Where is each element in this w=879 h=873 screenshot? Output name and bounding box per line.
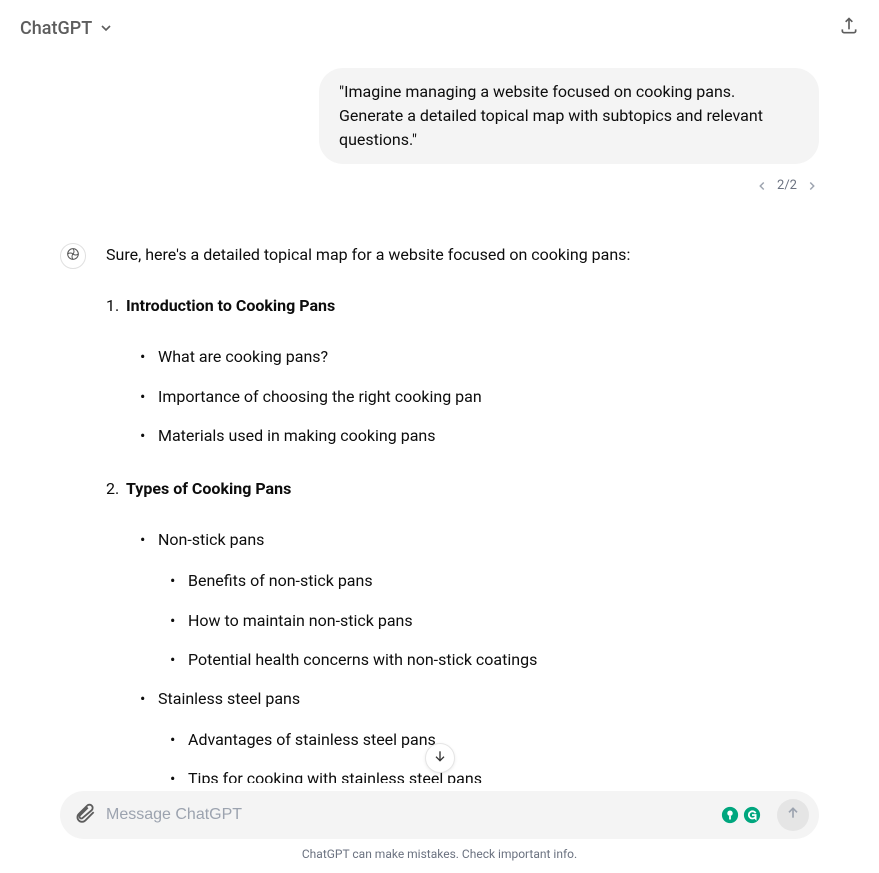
list-item: What are cooking pans? xyxy=(158,343,819,370)
share-button[interactable] xyxy=(839,16,859,40)
section-title: Introduction to Cooking Pans xyxy=(126,296,335,315)
scroll-to-bottom-button[interactable] xyxy=(425,743,455,773)
bullet-list: What are cooking pans? Importance of cho… xyxy=(126,343,819,449)
conversation-area: "Imagine managing a website focused on c… xyxy=(0,56,879,783)
list-item: Materials used in making cooking pans xyxy=(158,422,819,449)
extension-badge-1[interactable] xyxy=(721,806,739,824)
pagination-count: 2/2 xyxy=(777,178,797,193)
list-item: Advantages of stainless steel pans xyxy=(188,726,819,753)
attach-button[interactable] xyxy=(74,802,96,828)
app-title: ChatGPT xyxy=(20,18,92,39)
chatgpt-logo-icon xyxy=(65,246,81,266)
arrow-up-icon xyxy=(785,805,801,825)
section-item: Types of Cooking Pans Non-stick pans Ben… xyxy=(126,475,819,783)
assistant-intro: Sure, here's a detailed topical map for … xyxy=(106,241,819,268)
sub-list: Benefits of non-stick pans How to mainta… xyxy=(158,567,819,673)
message-input[interactable] xyxy=(106,806,711,824)
message-input-box xyxy=(60,791,819,839)
model-selector[interactable]: ChatGPT xyxy=(20,18,114,39)
sub-list: Advantages of stainless steel pans Tips … xyxy=(158,726,819,783)
user-message-bubble: "Imagine managing a website focused on c… xyxy=(319,68,819,164)
list-item: How to maintain non-stick pans xyxy=(188,607,819,634)
bullet-list: Non-stick pans Benefits of non-stick pan… xyxy=(126,526,819,783)
list-item: Benefits of non-stick pans xyxy=(188,567,819,594)
prev-message-button[interactable] xyxy=(755,179,769,193)
list-item-text: Stainless steel pans xyxy=(158,689,300,708)
share-icon xyxy=(839,16,859,40)
section-item: Introduction to Cooking Pans What are co… xyxy=(126,292,819,449)
assistant-avatar xyxy=(60,243,86,269)
chevron-down-icon xyxy=(98,20,114,36)
user-message-row: "Imagine managing a website focused on c… xyxy=(60,68,819,164)
section-title: Types of Cooking Pans xyxy=(126,479,291,498)
topical-map-list: Introduction to Cooking Pans What are co… xyxy=(106,292,819,783)
next-message-button[interactable] xyxy=(805,179,819,193)
list-item-text: Non-stick pans xyxy=(158,530,264,549)
message-pagination: 2/2 xyxy=(60,178,819,193)
arrow-down-icon xyxy=(432,748,448,768)
list-item: Non-stick pans Benefits of non-stick pan… xyxy=(158,526,819,673)
list-item: Tips for cooking with stainless steel pa… xyxy=(188,765,819,783)
list-item: Potential health concerns with non-stick… xyxy=(188,646,819,673)
disclaimer-text: ChatGPT can make mistakes. Check importa… xyxy=(60,839,819,863)
input-right-icons xyxy=(721,806,761,824)
assistant-message-row: Sure, here's a detailed topical map for … xyxy=(60,241,819,783)
extension-badge-2[interactable] xyxy=(743,806,761,824)
send-button[interactable] xyxy=(777,799,809,831)
paperclip-icon xyxy=(74,802,96,828)
list-item: Importance of choosing the right cooking… xyxy=(158,383,819,410)
assistant-content: Sure, here's a detailed topical map for … xyxy=(106,241,819,783)
list-item: Stainless steel pans Advantages of stain… xyxy=(158,685,819,783)
header: ChatGPT xyxy=(0,0,879,56)
input-area: ChatGPT can make mistakes. Check importa… xyxy=(0,791,879,873)
